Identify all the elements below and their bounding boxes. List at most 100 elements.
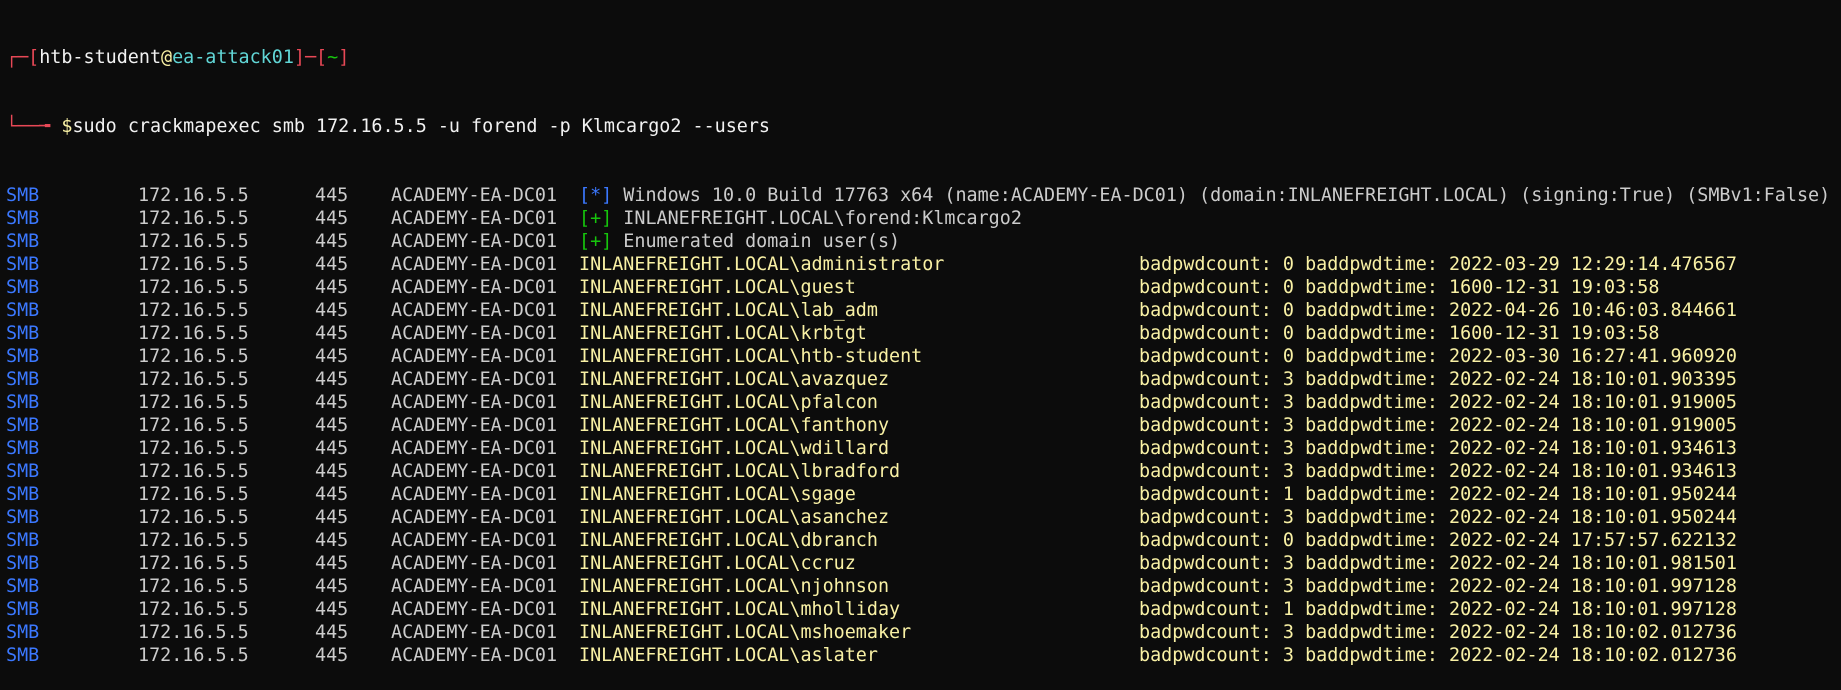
bad-password-info: badpwdcount: 0 baddpwdtime: 1600-12-31 1… xyxy=(1139,323,1660,344)
prompt-at: @ xyxy=(161,47,173,68)
ip-address: 172.16.5.5 xyxy=(138,622,249,643)
protocol-label: SMB xyxy=(6,461,40,482)
message: [+] Enumerated domain user(s) xyxy=(579,230,900,253)
bad-password-info: badpwdcount: 0 baddpwdtime: 2022-03-30 1… xyxy=(1139,346,1737,367)
port-number: 445 xyxy=(315,185,349,206)
bad-password-info: badpwdcount: 3 baddpwdtime: 2022-02-24 1… xyxy=(1139,645,1737,666)
protocol-label: SMB xyxy=(6,323,40,344)
port-number: 445 xyxy=(315,622,349,643)
protocol-label: SMB xyxy=(6,599,40,620)
account-name: INLANEFREIGHT.LOCAL\asanchez xyxy=(579,507,890,528)
account-name: INLANEFREIGHT.LOCAL\fanthony xyxy=(579,415,890,436)
protocol-label: SMB xyxy=(6,484,40,505)
bad-password-info: badpwdcount: 1 baddpwdtime: 2022-02-24 1… xyxy=(1139,484,1737,505)
protocol-label: SMB xyxy=(6,553,40,574)
port-number: 445 xyxy=(315,277,349,298)
prompt-separator: ]─[ xyxy=(293,47,328,68)
ip-address: 172.16.5.5 xyxy=(138,323,249,344)
ip-address: 172.16.5.5 xyxy=(138,185,249,206)
account-name: INLANEFREIGHT.LOCAL\lab_adm xyxy=(579,300,878,321)
message: [*] Windows 10.0 Build 17763 x64 (name:A… xyxy=(579,184,1830,207)
protocol-label: SMB xyxy=(6,530,40,551)
user-row: SMB 172.16.5.5 445 ACADEMY-EA-DC01 INLANEFRE… xyxy=(6,483,1841,506)
user-row: SMB 172.16.5.5 445 ACADEMY-EA-DC01 INLANEFRE… xyxy=(6,414,1841,437)
bad-password-info: badpwdcount: 3 baddpwdtime: 2022-02-24 1… xyxy=(1139,438,1737,459)
bad-password-info: badpwdcount: 3 baddpwdtime: 2022-02-24 1… xyxy=(1139,461,1737,482)
protocol-label: SMB xyxy=(6,369,40,390)
bad-password-info: badpwdcount: 1 baddpwdtime: 2022-02-24 1… xyxy=(1139,599,1737,620)
protocol-label: SMB xyxy=(6,185,40,206)
user-row: SMB 172.16.5.5 445 ACADEMY-EA-DC01 INLANEFRE… xyxy=(6,621,1841,644)
hostname: ACADEMY-EA-DC01 xyxy=(391,507,558,528)
user-row: SMB 172.16.5.5 445 ACADEMY-EA-DC01 INLANEFRE… xyxy=(6,299,1841,322)
output-line: SMB 172.16.5.5 445 ACADEMY-EA-DC01 [+] INLAN… xyxy=(6,207,1841,230)
port-number: 445 xyxy=(315,231,349,252)
ip-address: 172.16.5.5 xyxy=(138,254,249,275)
protocol-label: SMB xyxy=(6,645,40,666)
account-name: INLANEFREIGHT.LOCAL\pfalcon xyxy=(579,392,878,413)
hostname: ACADEMY-EA-DC01 xyxy=(391,254,558,275)
port-number: 445 xyxy=(315,645,349,666)
port-number: 445 xyxy=(315,576,349,597)
user-row: SMB 172.16.5.5 445 ACADEMY-EA-DC01 INLANEFRE… xyxy=(6,460,1841,483)
bad-password-info: badpwdcount: 3 baddpwdtime: 2022-02-24 1… xyxy=(1139,553,1737,574)
port-number: 445 xyxy=(315,208,349,229)
user-row: SMB 172.16.5.5 445 ACADEMY-EA-DC01 INLANEFRE… xyxy=(6,322,1841,345)
user-row: SMB 172.16.5.5 445 ACADEMY-EA-DC01 INLANEFRE… xyxy=(6,391,1841,414)
ip-address: 172.16.5.5 xyxy=(138,369,249,390)
account-name: INLANEFREIGHT.LOCAL\sgage xyxy=(579,484,856,505)
protocol-label: SMB xyxy=(6,346,40,367)
port-number: 445 xyxy=(315,415,349,436)
port-number: 445 xyxy=(315,599,349,620)
user-row: SMB 172.16.5.5 445 ACADEMY-EA-DC01 INLANEFRE… xyxy=(6,506,1841,529)
ip-address: 172.16.5.5 xyxy=(138,461,249,482)
port-number: 445 xyxy=(315,484,349,505)
port-number: 445 xyxy=(315,346,349,367)
ip-address: 172.16.5.5 xyxy=(138,507,249,528)
ip-address: 172.16.5.5 xyxy=(138,231,249,252)
protocol-label: SMB xyxy=(6,392,40,413)
hostname: ACADEMY-EA-DC01 xyxy=(391,208,558,229)
port-number: 445 xyxy=(315,254,349,275)
bad-password-info: badpwdcount: 3 baddpwdtime: 2022-02-24 1… xyxy=(1139,392,1737,413)
port-number: 445 xyxy=(315,369,349,390)
bad-password-info: badpwdcount: 3 baddpwdtime: 2022-02-24 1… xyxy=(1139,369,1737,390)
protocol-label: SMB xyxy=(6,415,40,436)
hostname: ACADEMY-EA-DC01 xyxy=(391,622,558,643)
prompt-host: ea-attack01 xyxy=(172,47,294,68)
ip-address: 172.16.5.5 xyxy=(138,346,249,367)
protocol-label: SMB xyxy=(6,231,40,252)
account-name: INLANEFREIGHT.LOCAL\administrator xyxy=(579,254,945,275)
prompt-line: ┌─[htb-student@ea-attack01]─[~] xyxy=(6,46,1841,69)
account-name: INLANEFREIGHT.LOCAL\lbradford xyxy=(579,461,901,482)
bad-password-info: badpwdcount: 3 baddpwdtime: 2022-02-24 1… xyxy=(1139,576,1737,597)
ip-address: 172.16.5.5 xyxy=(138,415,249,436)
account-name: INLANEFREIGHT.LOCAL\aslater xyxy=(579,645,878,666)
ip-address: 172.16.5.5 xyxy=(138,208,249,229)
message-text: Enumerated domain user(s) xyxy=(623,231,901,252)
port-number: 445 xyxy=(315,461,349,482)
hostname: ACADEMY-EA-DC01 xyxy=(391,599,558,620)
bad-password-info: badpwdcount: 3 baddpwdtime: 2022-02-24 1… xyxy=(1139,622,1737,643)
account-name: INLANEFREIGHT.LOCAL\krbtgt xyxy=(579,323,867,344)
terminal-window[interactable]: ┌─[htb-student@ea-attack01]─[~] └──╼ $su… xyxy=(0,0,1841,690)
hostname: ACADEMY-EA-DC01 xyxy=(391,323,558,344)
bad-password-info: badpwdcount: 0 baddpwdtime: 2022-04-26 1… xyxy=(1139,300,1737,321)
bad-password-info: badpwdcount: 0 baddpwdtime: 1600-12-31 1… xyxy=(1139,277,1660,298)
command-line[interactable]: └──╼ $sudo crackmapexec smb 172.16.5.5 -… xyxy=(6,115,1841,138)
bad-password-info: badpwdcount: 3 baddpwdtime: 2022-02-24 1… xyxy=(1139,415,1737,436)
port-number: 445 xyxy=(315,530,349,551)
ip-address: 172.16.5.5 xyxy=(138,576,249,597)
hostname: ACADEMY-EA-DC01 xyxy=(391,392,558,413)
protocol-label: SMB xyxy=(6,438,40,459)
ip-address: 172.16.5.5 xyxy=(138,277,249,298)
output-line: SMB 172.16.5.5 445 ACADEMY-EA-DC01 [+] Enume… xyxy=(6,230,1841,253)
ip-address: 172.16.5.5 xyxy=(138,645,249,666)
prompt-path: ~ xyxy=(327,47,339,68)
ip-address: 172.16.5.5 xyxy=(138,599,249,620)
account-name: INLANEFREIGHT.LOCAL\njohnson xyxy=(579,576,890,597)
ip-address: 172.16.5.5 xyxy=(138,553,249,574)
output-line: SMB 172.16.5.5 445 ACADEMY-EA-DC01 [*] Windo… xyxy=(6,184,1841,207)
user-row: SMB 172.16.5.5 445 ACADEMY-EA-DC01 INLANEFRE… xyxy=(6,276,1841,299)
message: [+] INLANEFREIGHT.LOCAL\forend:Klmcargo2 xyxy=(579,207,1022,230)
